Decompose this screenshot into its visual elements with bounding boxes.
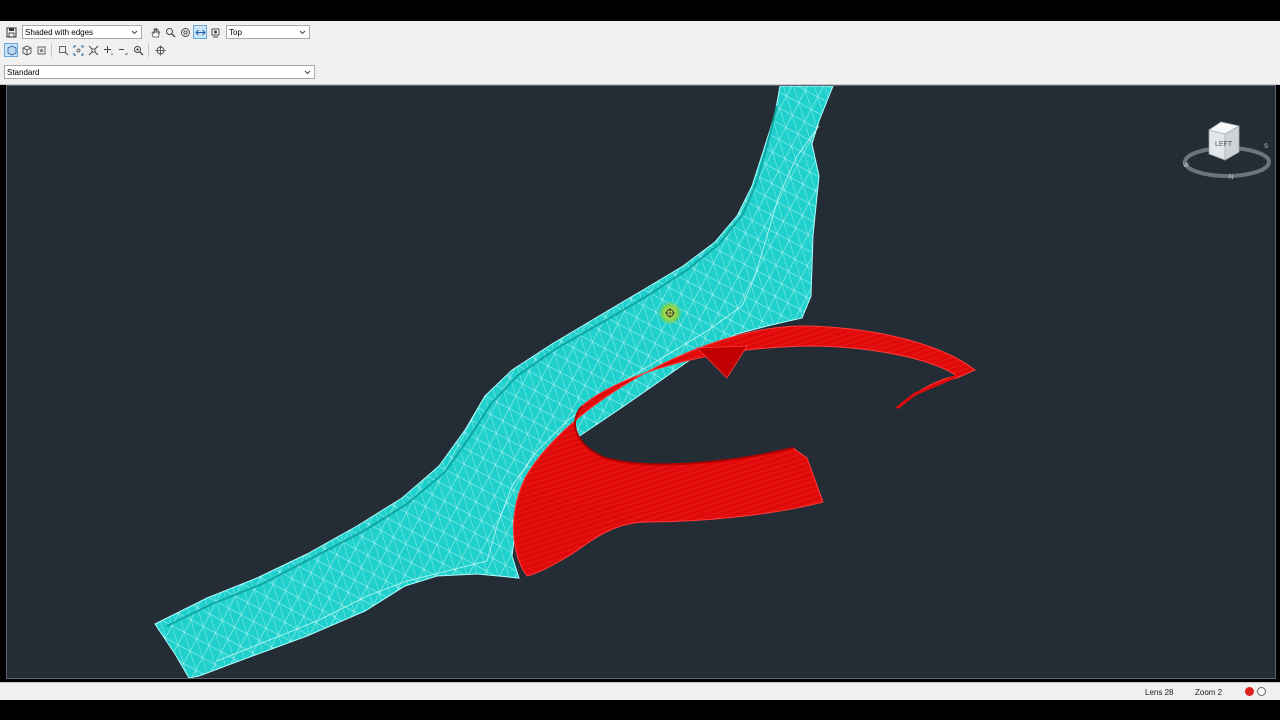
status-bar: Lens 28 Zoom 2: [0, 682, 1280, 701]
toolbar-row-3: Standard: [0, 63, 315, 81]
visual-style-select[interactable]: Shaded with edges: [22, 25, 142, 39]
zoom-window-icon[interactable]: [56, 43, 70, 57]
viewer-toolbar: Shaded with edges Top Standard: [0, 21, 1280, 85]
viewcube-navigator[interactable]: LEFT S W N: [1179, 116, 1276, 182]
view-select[interactable]: Top: [226, 25, 310, 39]
style-value: Standard: [7, 67, 40, 77]
zoom-extents-icon[interactable]: [71, 43, 85, 57]
cyan-corridor-surface: [154, 86, 834, 678]
compass-south-label[interactable]: S: [1264, 144, 1268, 150]
zoom-icon[interactable]: [163, 25, 177, 39]
toolbar-divider: [148, 43, 149, 57]
save-icon[interactable]: [4, 25, 18, 39]
zoom-in-icon[interactable]: [101, 43, 115, 57]
zoom-readout: Zoom 2: [1195, 688, 1223, 697]
chevron-down-icon: [304, 70, 311, 75]
zoom-out-icon[interactable]: [116, 43, 130, 57]
compass-north-label[interactable]: N: [1229, 175, 1233, 181]
visual-style-value: Shaded with edges: [25, 27, 94, 37]
style-select[interactable]: Standard: [4, 65, 315, 79]
realistic-view-icon[interactable]: [34, 43, 48, 57]
toolbar-divider: [51, 43, 52, 57]
cursor-pan-indicator: [658, 301, 682, 325]
chevron-down-icon: [131, 30, 138, 35]
pan-hand-icon[interactable]: [148, 25, 162, 39]
idle-indicator-icon[interactable]: [1257, 687, 1266, 696]
wireframe-view-icon[interactable]: [19, 43, 33, 57]
viewcube-face-label[interactable]: LEFT: [1215, 141, 1233, 148]
toolbar-row-1: Shaded with edges Top: [0, 23, 310, 41]
crosshair-center-icon[interactable]: [153, 43, 167, 57]
model-scene: [154, 86, 976, 678]
3d-viewport[interactable]: LEFT S W N: [6, 85, 1276, 679]
shaded-view-icon[interactable]: [4, 43, 18, 57]
look-camera-icon[interactable]: [208, 25, 222, 39]
zoom-realtime-icon[interactable]: [131, 43, 145, 57]
toolbar-row-2: [0, 41, 167, 59]
lens-readout: Lens 28: [1145, 688, 1174, 697]
chevron-down-icon: [299, 30, 306, 35]
window-bottom-strip: [0, 700, 1280, 720]
view-value: Top: [229, 27, 242, 37]
walk-icon[interactable]: [193, 25, 207, 39]
window-top-strip: [0, 0, 1280, 21]
zoom-all-icon[interactable]: [86, 43, 100, 57]
compass-west-label[interactable]: W: [1183, 163, 1189, 169]
orbit-icon[interactable]: [178, 25, 192, 39]
record-indicator-icon[interactable]: [1245, 687, 1254, 696]
